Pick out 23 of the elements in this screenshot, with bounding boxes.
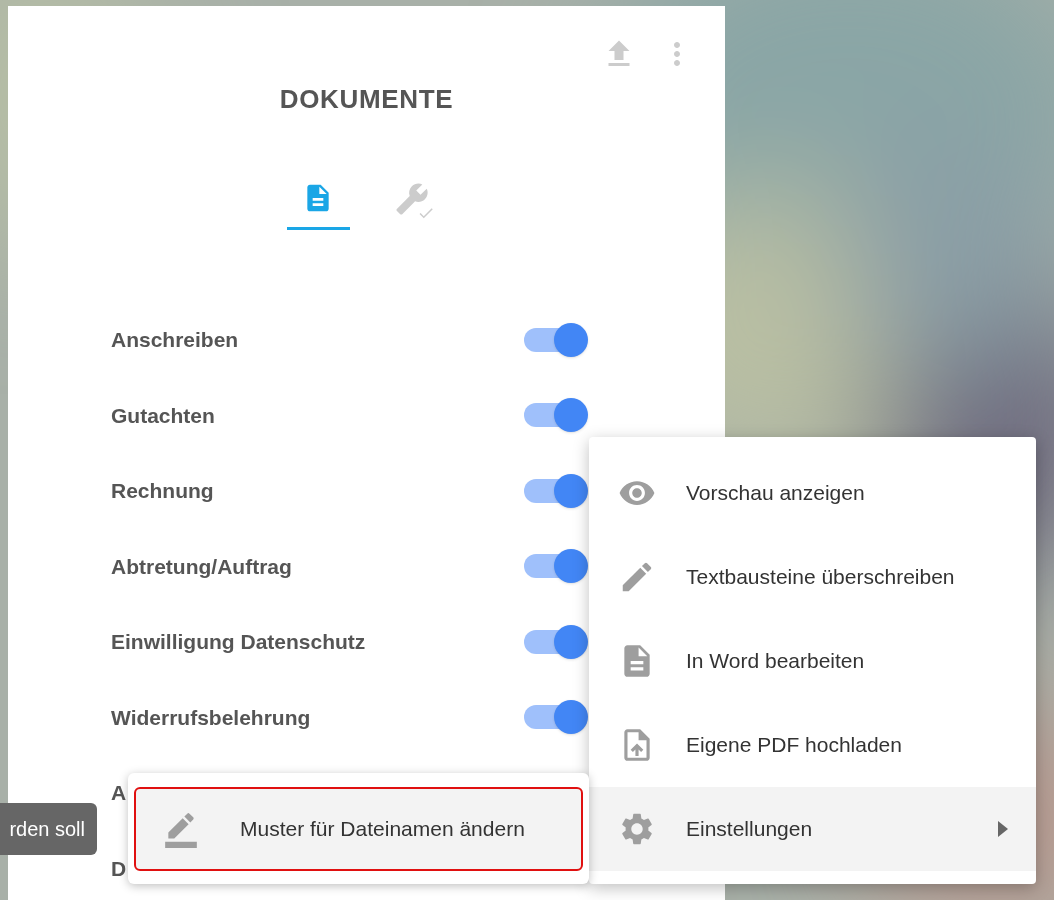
- toggle-switch[interactable]: [524, 623, 588, 660]
- menu-item[interactable]: Einstellungen: [589, 787, 1036, 871]
- toggle-switch[interactable]: [524, 699, 588, 736]
- document-label: Anschreiben: [111, 327, 239, 353]
- document-label: Widerrufsbelehrung: [111, 704, 311, 731]
- toggle-switch[interactable]: [524, 321, 588, 358]
- document-label: Einwilligung Datenschutz: [111, 629, 366, 655]
- document-label: Rechnung: [111, 478, 214, 504]
- document-label: Gutachten: [111, 402, 215, 429]
- menu-item[interactable]: Textbausteine überschreiben: [589, 535, 1036, 619]
- toggle-switch[interactable]: [524, 548, 588, 585]
- panel-title: DOKUMENTE: [279, 83, 454, 116]
- menu-item[interactable]: Vorschau anzeigen: [589, 451, 1036, 535]
- menu-item[interactable]: Muster für Dateinamen ändern: [134, 787, 583, 871]
- document-label: D: [111, 855, 127, 882]
- document-label: A: [111, 780, 127, 806]
- document-label: Abtretung/Auftrag: [111, 553, 292, 580]
- toggle-switch[interactable]: [524, 472, 588, 509]
- pen-icon: [162, 810, 200, 848]
- toggle-switch[interactable]: [524, 397, 588, 434]
- menu-item[interactable]: Eigene PDF hochladen: [589, 703, 1036, 787]
- menu-item[interactable]: In Word bearbeiten: [589, 619, 1036, 703]
- tooltip: rden soll: [0, 803, 97, 855]
